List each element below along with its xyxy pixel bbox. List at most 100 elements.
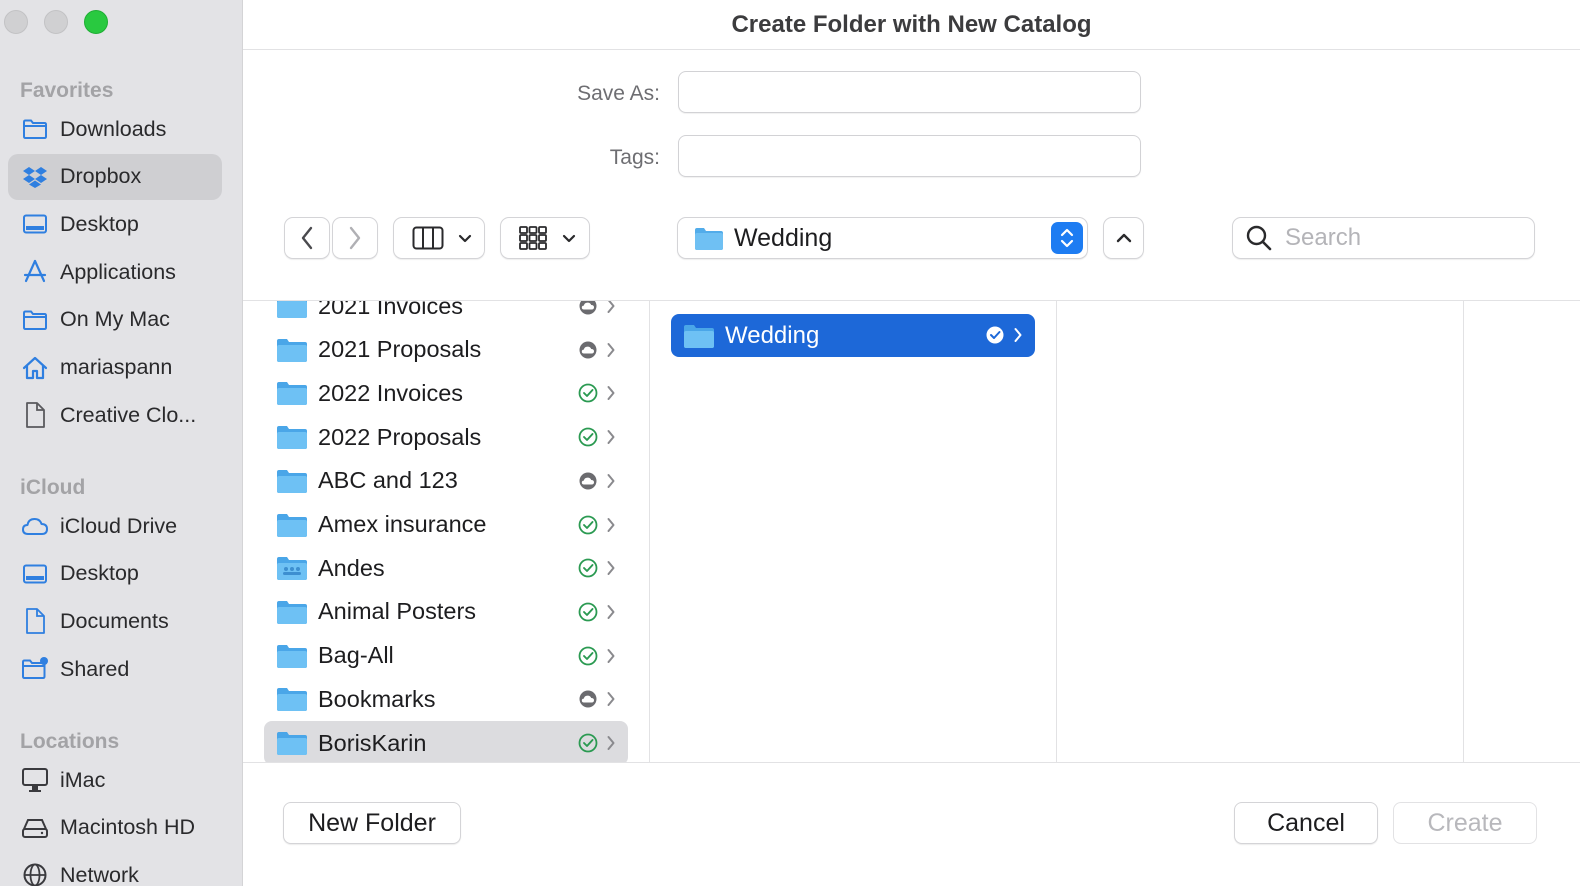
tags-label: Tags: <box>609 146 660 169</box>
synced-check-icon <box>578 646 598 666</box>
chevron-left-icon <box>301 226 313 250</box>
search-box[interactable] <box>1232 217 1535 259</box>
list-item[interactable]: BorisKarin <box>264 721 628 762</box>
chevron-right-icon <box>606 384 616 402</box>
sidebar-item-shared[interactable]: Shared <box>8 646 222 692</box>
list-item[interactable]: Andes <box>264 546 628 590</box>
imac-icon <box>21 766 49 794</box>
close-window-button[interactable] <box>4 10 28 34</box>
sidebar-item-applications[interactable]: Applications <box>8 249 222 295</box>
chevron-right-icon <box>606 559 616 577</box>
chevron-down-icon <box>458 234 472 242</box>
save-as-field[interactable] <box>678 71 1141 113</box>
cloud-only-icon <box>578 301 598 316</box>
minimize-window-button[interactable] <box>44 10 68 34</box>
dropbox-icon <box>21 163 49 191</box>
location-popup[interactable]: Wedding <box>677 217 1088 259</box>
forward-button[interactable] <box>332 217 378 259</box>
synced-check-icon <box>578 602 598 622</box>
list-item[interactable]: 2022 Proposals <box>264 415 628 459</box>
sidebar-item-desktop[interactable]: Desktop <box>8 551 222 597</box>
sidebar-item-label: mariaspann <box>60 355 173 379</box>
popup-stepper-icon <box>1051 222 1083 254</box>
synced-check-icon <box>578 383 598 403</box>
list-item-label: Amex insurance <box>318 511 487 537</box>
home-icon <box>21 354 49 382</box>
view-mode-button[interactable] <box>393 217 485 259</box>
browser-column-2: Wedding <box>650 301 1057 762</box>
list-item-label: BorisKarin <box>318 729 427 756</box>
list-item[interactable]: Bookmarks <box>264 677 628 721</box>
search-input[interactable] <box>1285 224 1525 252</box>
list-item-label: 2021 Invoices <box>318 301 464 319</box>
shared-folder-icon <box>21 655 49 683</box>
back-button[interactable] <box>284 217 330 259</box>
cancel-button[interactable]: Cancel <box>1234 802 1378 844</box>
sidebar-item-mariaspann[interactable]: mariaspann <box>8 345 222 391</box>
sidebar-item-label: Desktop <box>60 561 139 586</box>
folder-icon <box>276 301 308 319</box>
save-as-label: Save As: <box>577 82 660 105</box>
column-browser: 2021 Invoices 2021 Proposals 2022 Invoices… <box>243 300 1580 763</box>
folder-icon <box>276 337 308 363</box>
list-item[interactable]: 2021 Proposals <box>264 328 628 372</box>
document-icon <box>21 607 49 635</box>
icloud-section-title: iCloud <box>20 476 86 499</box>
cloud-only-icon <box>578 340 598 360</box>
list-item-label: Animal Posters <box>318 598 477 625</box>
list-item[interactable]: 2021 Invoices <box>264 301 628 328</box>
list-item[interactable]: Amex insurance <box>264 503 628 547</box>
chevron-down-icon <box>562 234 576 242</box>
list-item[interactable]: Bag-All <box>264 634 628 678</box>
chevron-right-icon <box>606 734 616 752</box>
sidebar-item-desktop[interactable]: Desktop <box>8 201 222 247</box>
sidebar-item-label: Documents <box>60 608 169 633</box>
window-title: Create Folder with New Catalog <box>731 10 1092 38</box>
list-item[interactable]: Animal Posters <box>264 590 628 634</box>
locations-section-title: Locations <box>20 730 120 753</box>
folder-icon <box>276 380 308 406</box>
sidebar-item-macintosh-hd[interactable]: Macintosh HD <box>8 805 222 851</box>
folder-icon <box>683 323 715 349</box>
cloud-icon <box>21 512 49 540</box>
location-label: Wedding <box>734 223 833 252</box>
synced-check-icon <box>578 515 598 535</box>
desktop-icon <box>21 210 49 238</box>
sidebar-item-network[interactable]: Network <box>8 852 222 886</box>
sidebar-item-label: Applications <box>60 259 176 284</box>
folder-icon <box>21 115 49 143</box>
folder-icon <box>695 227 723 250</box>
sidebar-item-on-my-mac[interactable]: On My Mac <box>8 297 222 343</box>
network-icon <box>21 861 49 886</box>
list-item[interactable]: ABC and 123 <box>264 459 628 503</box>
list-item-label: Bag-All <box>318 642 394 669</box>
sidebar-item-label: Downloads <box>60 116 167 141</box>
tags-field[interactable] <box>678 135 1141 177</box>
columns-view-icon <box>412 226 444 250</box>
folder-icon <box>276 643 308 669</box>
folder-icon <box>276 512 308 538</box>
collapse-button[interactable] <box>1103 217 1144 259</box>
folder-icon <box>276 424 308 450</box>
sidebar-item-downloads[interactable]: Downloads <box>8 106 222 152</box>
sidebar-item-documents[interactable]: Documents <box>8 598 222 644</box>
new-folder-button[interactable]: New Folder <box>283 802 461 844</box>
chevron-right-icon <box>1013 326 1023 344</box>
sidebar-item-icloud-drive[interactable]: iCloud Drive <box>8 503 222 549</box>
chevron-right-icon <box>606 690 616 708</box>
list-item-selected[interactable]: Wedding <box>671 314 1035 357</box>
list-item[interactable]: 2022 Invoices <box>264 371 628 415</box>
group-button[interactable] <box>500 217 590 259</box>
list-item-label: Wedding <box>725 321 820 349</box>
zoom-window-button[interactable] <box>84 10 108 34</box>
chevron-right-icon <box>606 472 616 490</box>
cloud-only-icon <box>578 689 598 709</box>
sidebar-item-label: iMac <box>60 767 106 792</box>
create-button[interactable]: Create <box>1393 802 1537 844</box>
folder-icon <box>276 730 308 756</box>
chevron-right-icon <box>606 428 616 446</box>
sidebar: Favorites Downloads Dropbox Desktop Applica… <box>0 0 243 886</box>
sidebar-item-creative-clo[interactable]: Creative Clo... <box>8 392 222 438</box>
sidebar-item-dropbox[interactable]: Dropbox <box>8 153 222 200</box>
sidebar-item-imac[interactable]: iMac <box>8 757 222 803</box>
